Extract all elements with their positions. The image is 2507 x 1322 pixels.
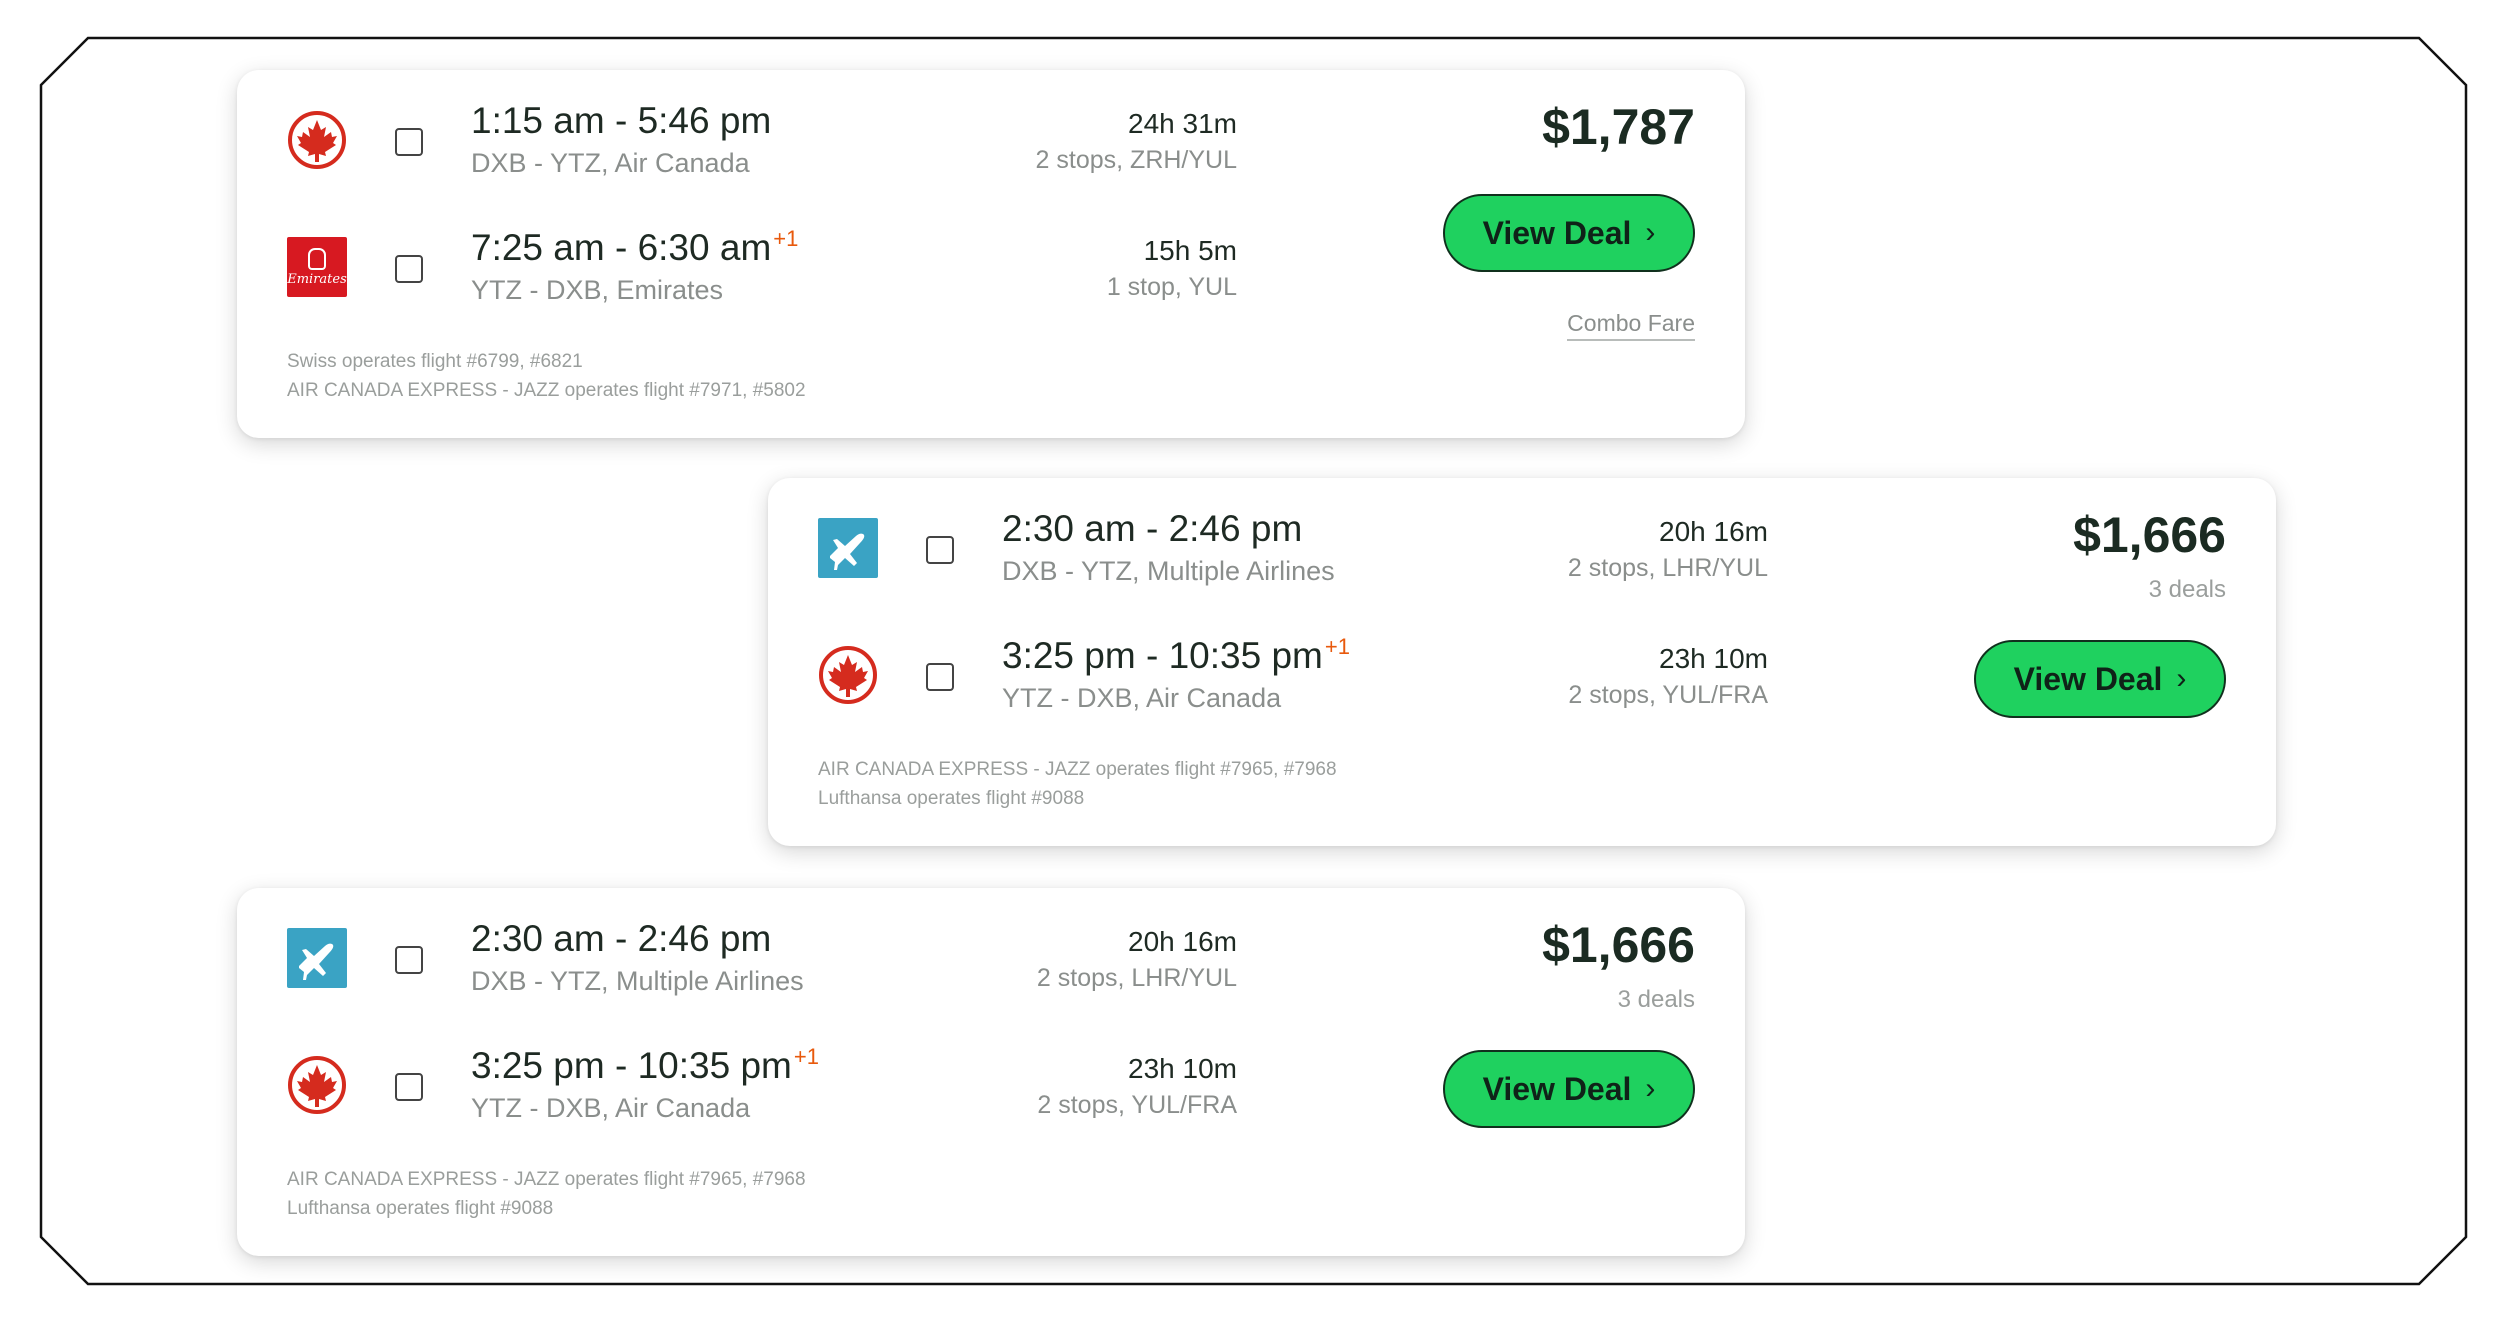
view-deal-label: View Deal (1482, 1070, 1632, 1107)
view-deal-button[interactable]: View Deal › (1443, 194, 1695, 272)
operator-note: Lufthansa operates flight #9088 (818, 788, 1085, 809)
flight-route: DXB - YTZ, Multiple Airlines (1002, 556, 1335, 586)
operator-note: Swiss operates flight #6799, #6821 (287, 351, 583, 372)
view-deal-label: View Deal (1482, 214, 1632, 251)
plus-day-indicator: +1 (1324, 634, 1350, 659)
plus-day-indicator: +1 (773, 226, 799, 251)
deals-count: 3 deals (2148, 576, 2226, 603)
multiple-airlines-plane-icon (818, 518, 878, 578)
flight-route: YTZ - DXB, Emirates (471, 275, 724, 305)
outbound-leg: 2:30 am - 2:46 pm DXB - YTZ, Multiple Ai… (237, 906, 1237, 1006)
flight-stops: 2 stops, ZRH/YUL (1035, 146, 1237, 174)
flight-result-card[interactable]: 1:15 am - 5:46 pm DXB - YTZ, Air Canada … (237, 70, 1745, 438)
plus-day-indicator: +1 (793, 1044, 819, 1069)
flight-route: YTZ - DXB, Air Canada (471, 1093, 751, 1123)
price: $1,666 (2073, 507, 2226, 563)
flight-result-card[interactable]: 2:30 am - 2:46 pm DXB - YTZ, Multiple Ai… (237, 888, 1745, 1256)
flight-route: DXB - YTZ, Air Canada (471, 148, 750, 178)
view-deal-label: View Deal (2013, 660, 2163, 697)
multiple-airlines-plane-icon (287, 928, 347, 988)
operator-note: AIR CANADA EXPRESS - JAZZ operates fligh… (287, 380, 806, 401)
operator-notes: Swiss operates flight #6799, #6821 AIR C… (287, 347, 806, 405)
flight-duration: 15h 5m (1143, 235, 1237, 266)
chevron-right-icon: › (1645, 1072, 1656, 1105)
flight-stops: 2 stops, LHR/YUL (1036, 964, 1237, 992)
flight-times: 2:30 am - 2:46 pm (471, 918, 772, 959)
flight-times: 3:25 pm - 10:35 pm+1 (1002, 634, 1350, 676)
air-canada-logo (287, 1055, 347, 1115)
flight-stops: 2 stops, YUL/FRA (1037, 1091, 1237, 1119)
operator-notes: AIR CANADA EXPRESS - JAZZ operates fligh… (818, 755, 1337, 813)
chevron-right-icon: › (1645, 216, 1656, 249)
combo-fare-link[interactable]: Combo Fare (1567, 310, 1695, 341)
operator-note: AIR CANADA EXPRESS - JAZZ operates fligh… (818, 759, 1337, 780)
flight-times: 1:15 am - 5:46 pm (471, 100, 772, 141)
return-leg: 3:25 pm - 10:35 pm+1 YTZ - DXB, Air Cana… (237, 1033, 1237, 1133)
flight-times: 7:25 am - 6:30 am+1 (471, 226, 799, 268)
operator-note: AIR CANADA EXPRESS - JAZZ operates fligh… (287, 1169, 806, 1190)
chevron-right-icon: › (2176, 662, 2187, 695)
flight-result-card[interactable]: 2:30 am - 2:46 pm DXB - YTZ, Multiple Ai… (768, 478, 2276, 846)
deals-count: 3 deals (1617, 986, 1695, 1013)
air-canada-logo (287, 110, 347, 170)
emirates-logo: Emirates (287, 237, 347, 297)
flight-stops: 2 stops, LHR/YUL (1567, 554, 1768, 582)
leg-select-checkbox[interactable] (926, 663, 954, 691)
flight-stops: 2 stops, YUL/FRA (1568, 681, 1768, 709)
leg-select-checkbox[interactable] (395, 255, 423, 283)
price: $1,787 (1542, 99, 1695, 155)
emirates-crest-icon (308, 248, 326, 270)
flight-duration: 20h 16m (1128, 926, 1237, 957)
flight-route: YTZ - DXB, Air Canada (1002, 683, 1282, 713)
flight-times: 3:25 pm - 10:35 pm+1 (471, 1044, 819, 1086)
flight-stops: 1 stop, YUL (1106, 273, 1237, 301)
flight-duration: 24h 31m (1128, 108, 1237, 139)
leg-select-checkbox[interactable] (395, 128, 423, 156)
return-leg: 3:25 pm - 10:35 pm+1 YTZ - DXB, Air Cana… (768, 623, 1768, 723)
operator-note: Lufthansa operates flight #9088 (287, 1198, 554, 1219)
leg-select-checkbox[interactable] (395, 946, 423, 974)
operator-notes: AIR CANADA EXPRESS - JAZZ operates fligh… (287, 1165, 806, 1223)
leg-select-checkbox[interactable] (926, 536, 954, 564)
outbound-leg: 1:15 am - 5:46 pm DXB - YTZ, Air Canada … (237, 88, 1237, 188)
price: $1,666 (1542, 917, 1695, 973)
outbound-leg: 2:30 am - 2:46 pm DXB - YTZ, Multiple Ai… (768, 496, 1768, 596)
view-deal-button[interactable]: View Deal › (1443, 1050, 1695, 1128)
flight-duration: 23h 10m (1659, 643, 1768, 674)
emirates-logo-text: Emirates (287, 272, 347, 287)
flight-duration: 20h 16m (1659, 516, 1768, 547)
view-deal-button[interactable]: View Deal › (1974, 640, 2226, 718)
return-leg: Emirates 7:25 am - 6:30 am+1 YTZ - DXB, … (237, 215, 1237, 315)
flight-times: 2:30 am - 2:46 pm (1002, 508, 1303, 549)
flight-route: DXB - YTZ, Multiple Airlines (471, 966, 804, 996)
flight-duration: 23h 10m (1128, 1053, 1237, 1084)
leg-select-checkbox[interactable] (395, 1073, 423, 1101)
air-canada-logo (818, 645, 878, 705)
